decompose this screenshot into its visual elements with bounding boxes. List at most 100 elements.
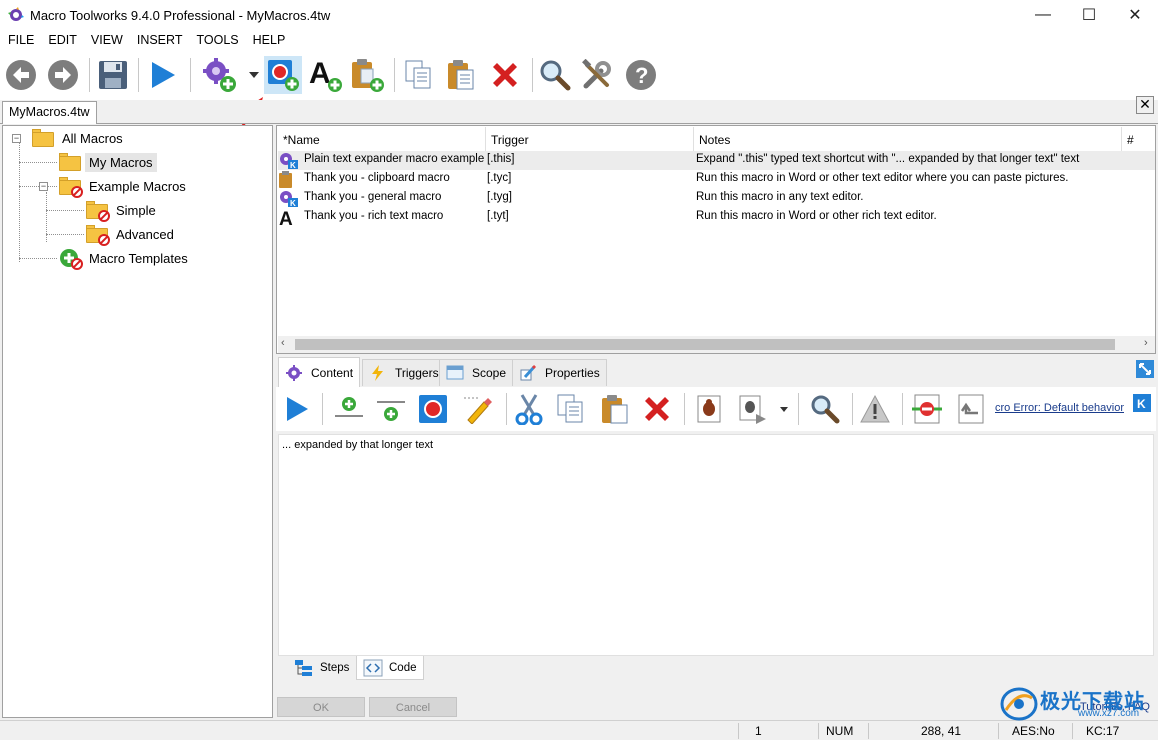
row-trigger: [.tyt] xyxy=(487,210,509,222)
k-icon[interactable]: K xyxy=(1133,394,1151,412)
tree-node-simple[interactable]: Simple xyxy=(86,199,160,222)
tree-node-label: Simple xyxy=(116,202,156,218)
debug-run-icon[interactable] xyxy=(736,392,770,426)
menu-file[interactable]: FILE xyxy=(0,30,40,50)
play-icon[interactable] xyxy=(280,392,314,426)
menu-insert[interactable]: INSERT xyxy=(129,30,189,50)
svg-text:A: A xyxy=(309,57,331,90)
text-macro-icon[interactable]: A xyxy=(306,56,344,94)
add-step-below-icon[interactable] xyxy=(374,392,408,426)
scroll-right-icon[interactable]: › xyxy=(1144,337,1148,349)
help-icon[interactable]: ? xyxy=(622,56,660,94)
add-step-above-icon[interactable] xyxy=(332,392,366,426)
cancel-button[interactable]: Cancel xyxy=(369,697,457,717)
maximize-panel-icon[interactable] xyxy=(1136,360,1154,378)
scrollbar-thumb[interactable] xyxy=(295,339,1115,350)
table-row[interactable]: K Thank you - general macro [.tyg] Run t… xyxy=(278,189,1155,208)
status-kc: KC:17 xyxy=(1086,724,1120,738)
cut-icon[interactable] xyxy=(512,392,546,426)
table-row[interactable]: A Thank you - rich text macro [.tyt] Run… xyxy=(278,208,1155,227)
collapse-all-macros-icon[interactable]: − xyxy=(12,134,21,143)
minimize-button[interactable]: — xyxy=(1020,0,1066,30)
steps-icon xyxy=(295,660,312,676)
app-logo-icon xyxy=(8,7,24,21)
tree-node-my-macros[interactable]: My Macros xyxy=(59,151,157,173)
record-macro-icon[interactable] xyxy=(264,56,302,94)
warning-icon[interactable] xyxy=(858,392,892,426)
macro-editor-panel: Content Triggers Scope Properties cro Er… xyxy=(276,356,1156,718)
close-window-button[interactable]: ✕ xyxy=(1112,0,1158,30)
toolbar-separator xyxy=(852,393,853,425)
collapse-example-macros-icon[interactable]: − xyxy=(39,182,48,191)
dropdown-arrow-icon[interactable] xyxy=(776,392,792,426)
tab-label: Code xyxy=(389,661,417,674)
back-icon[interactable] xyxy=(2,56,40,94)
menu-view[interactable]: VIEW xyxy=(83,30,129,50)
tab-properties[interactable]: Properties xyxy=(512,359,607,386)
dropdown-arrow-icon[interactable] xyxy=(244,56,264,94)
copy-icon[interactable] xyxy=(554,392,588,426)
toolbar-separator xyxy=(89,58,90,92)
menu-help[interactable]: HELP xyxy=(245,30,292,50)
clipboard-icon xyxy=(279,171,292,188)
column-header-notes[interactable]: Notes xyxy=(694,127,1122,151)
edit-icon[interactable] xyxy=(460,392,494,426)
tree-node-all-macros[interactable]: All Macros xyxy=(32,127,127,149)
toolbar-separator xyxy=(684,393,685,425)
row-name: Thank you - general macro xyxy=(304,191,442,203)
new-macro-icon[interactable] xyxy=(200,56,238,94)
macro-error-link[interactable]: cro Error: Default behavior xyxy=(995,402,1124,414)
paste-icon[interactable] xyxy=(598,392,632,426)
tab-label: Triggers xyxy=(395,366,439,380)
tree-node-example-macros[interactable]: Example Macros xyxy=(59,175,190,198)
scroll-left-icon[interactable]: ‹ xyxy=(281,337,285,349)
macro-content-editor[interactable]: ... expanded by that longer text xyxy=(278,434,1154,656)
tree-node-advanced[interactable]: Advanced xyxy=(86,223,178,246)
close-document-icon[interactable]: ✕ xyxy=(1136,96,1154,114)
search-icon[interactable] xyxy=(808,392,842,426)
status-aes: AES:No xyxy=(1012,724,1055,738)
error-stop-icon[interactable] xyxy=(910,392,944,426)
menu-bar: FILE EDIT VIEW INSERT TOOLS HELP xyxy=(0,30,1158,50)
ok-button[interactable]: OK xyxy=(277,697,365,717)
row-notes: Run this macro in Word or other text edi… xyxy=(696,172,1069,184)
toolbar-separator xyxy=(532,58,533,92)
horizontal-scrollbar[interactable]: ‹ › xyxy=(278,336,1155,353)
maximize-button[interactable]: ☐ xyxy=(1066,0,1112,30)
paste-icon[interactable] xyxy=(442,56,480,94)
tab-content[interactable]: Content xyxy=(278,357,361,387)
watermark: 极光下载站 www.xz7.com xyxy=(1000,684,1155,724)
macro-tree: − − All Macros My Macros Example Macros … xyxy=(2,125,273,718)
delete-icon[interactable] xyxy=(640,392,674,426)
delete-icon[interactable] xyxy=(486,56,524,94)
table-row[interactable]: Thank you - clipboard macro [.tyc] Run t… xyxy=(278,170,1155,189)
debug-icon[interactable] xyxy=(692,392,726,426)
title-bar: Macro Toolworks 9.4.0 Professional - MyM… xyxy=(0,0,1158,30)
tab-code[interactable]: Code xyxy=(356,656,424,680)
copy-icon[interactable] xyxy=(400,56,438,94)
tab-triggers[interactable]: Triggers xyxy=(362,359,446,386)
record-icon[interactable] xyxy=(416,392,450,426)
tab-steps[interactable]: Steps xyxy=(288,656,355,680)
column-header-trigger[interactable]: Trigger xyxy=(486,127,694,151)
play-icon[interactable] xyxy=(144,56,182,94)
document-tab[interactable]: MyMacros.4tw xyxy=(2,101,97,124)
search-icon[interactable] xyxy=(536,56,574,94)
folder-icon xyxy=(32,129,54,147)
clipboard-macro-icon[interactable] xyxy=(348,56,386,94)
error-handler-icon[interactable] xyxy=(954,392,988,426)
menu-edit[interactable]: EDIT xyxy=(40,30,82,50)
menu-tools[interactable]: TOOLS xyxy=(188,30,244,50)
tree-node-macro-templates[interactable]: Macro Templates xyxy=(59,247,192,270)
tab-label: Properties xyxy=(545,366,600,380)
table-row[interactable]: K Plain text expander macro example [.th… xyxy=(278,151,1155,170)
column-header-name[interactable]: *Name xyxy=(278,127,486,151)
tools-icon[interactable] xyxy=(578,56,616,94)
save-icon[interactable] xyxy=(94,56,132,94)
forward-icon[interactable] xyxy=(44,56,82,94)
folder-icon xyxy=(59,153,81,171)
column-header-number[interactable]: # xyxy=(1122,127,1155,151)
row-trigger: [.tyg] xyxy=(487,191,512,203)
tab-scope[interactable]: Scope xyxy=(439,359,514,386)
toolbar-separator xyxy=(322,393,323,425)
